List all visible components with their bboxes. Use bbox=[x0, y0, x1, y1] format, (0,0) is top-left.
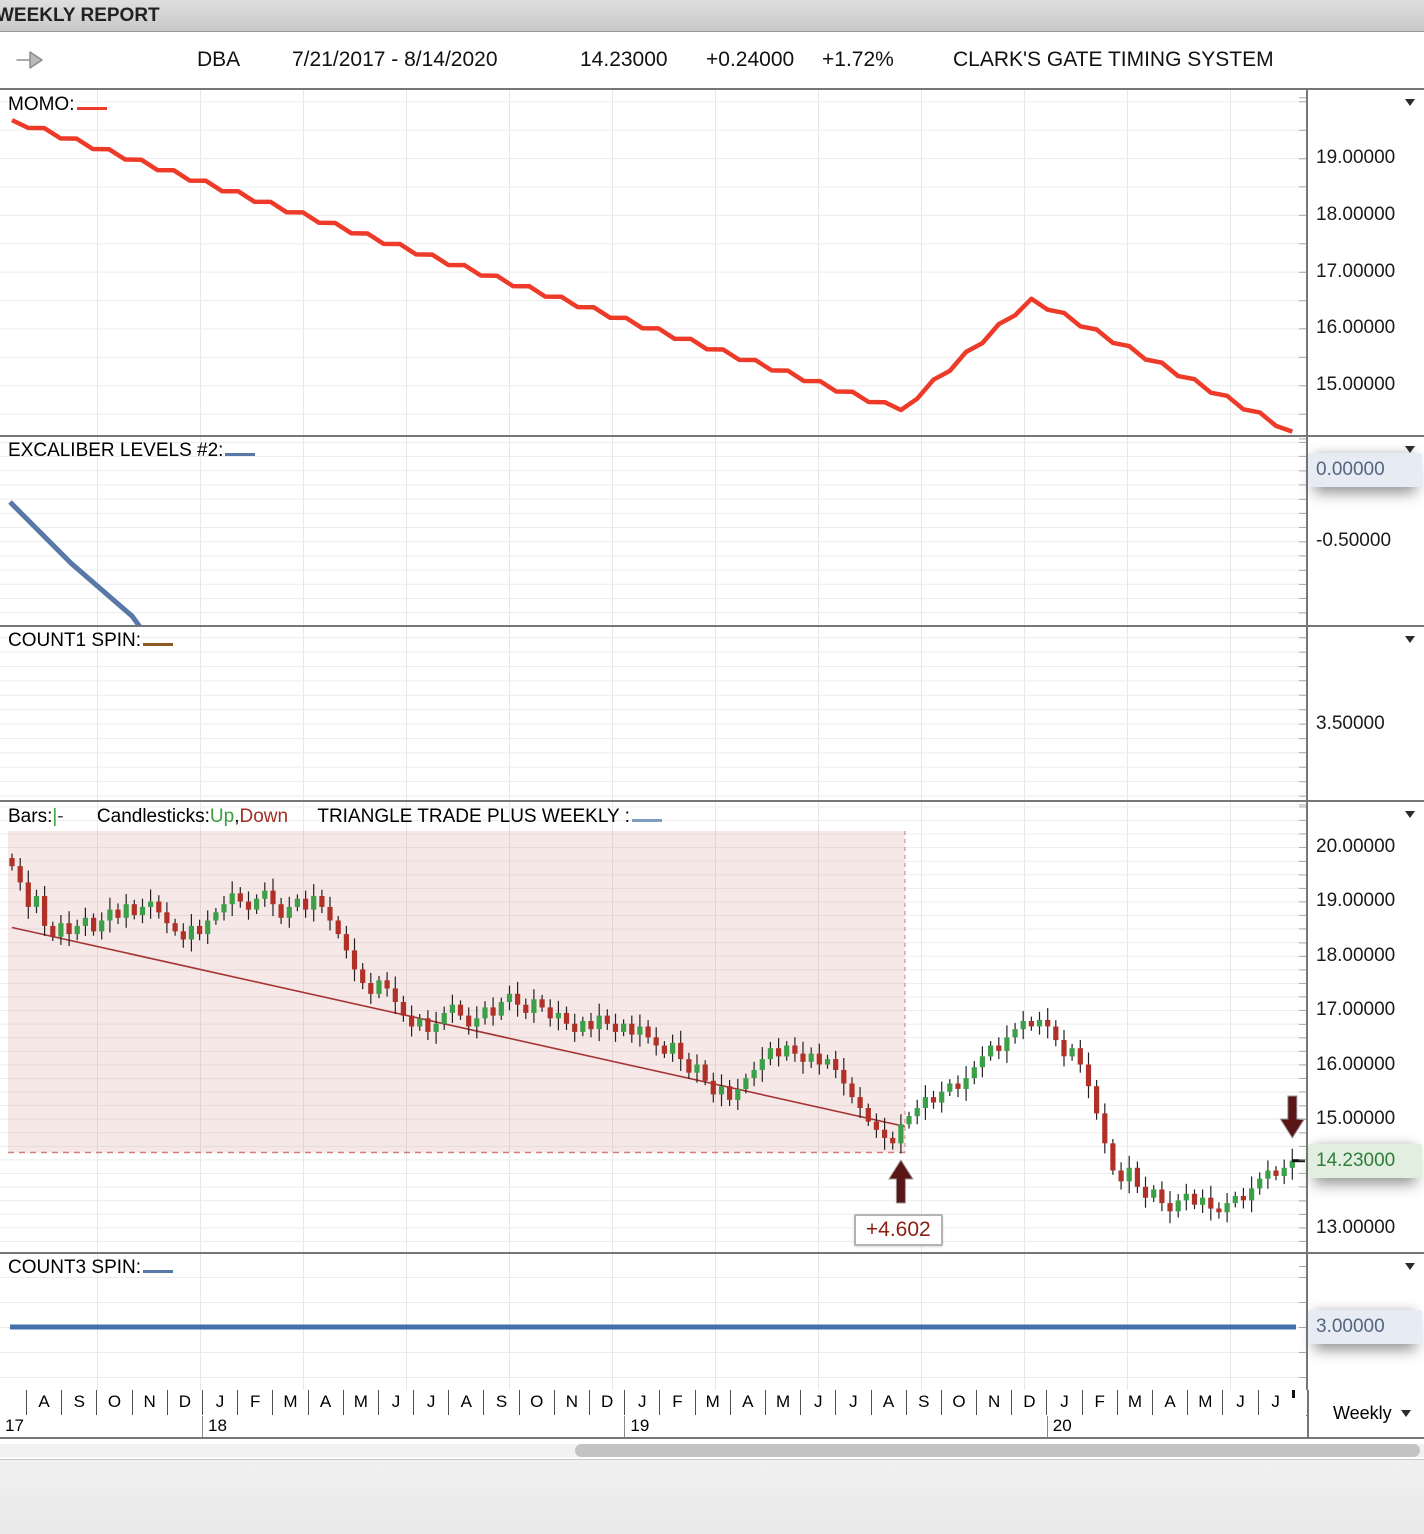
trade-gain-label: +4.602 bbox=[853, 1214, 943, 1246]
interval-dropdown-icon[interactable] bbox=[1401, 1410, 1411, 1417]
month-cell: N bbox=[976, 1390, 1011, 1415]
month-cell: D bbox=[1011, 1390, 1046, 1415]
count3-panel-dropdown-icon[interactable] bbox=[1405, 1263, 1415, 1270]
momo-panel-label: MOMO: bbox=[8, 94, 107, 116]
month-cell: D bbox=[589, 1390, 624, 1415]
month-cell: J bbox=[1046, 1390, 1081, 1415]
month-cell: N bbox=[131, 1390, 167, 1415]
month-cell: J bbox=[413, 1390, 448, 1415]
month-cell: F bbox=[659, 1390, 694, 1415]
month-cell: J bbox=[624, 1390, 659, 1415]
current-week-tick bbox=[1292, 1390, 1295, 1398]
excaliber-panel-label: EXCALIBER LEVELS #2: bbox=[8, 440, 256, 462]
price-panel-dropdown-icon[interactable] bbox=[1405, 811, 1415, 818]
count1-panel-label: COUNT1 SPIN: bbox=[8, 630, 174, 652]
excaliber-plot[interactable] bbox=[0, 437, 1307, 625]
price-axis-value: 18.00000 bbox=[1316, 944, 1396, 966]
panel-separator bbox=[0, 800, 1424, 802]
momo-plot[interactable] bbox=[0, 90, 1307, 435]
excaliber-axis-value-highlight: 0.00000 bbox=[1308, 453, 1422, 488]
count1-value-blank bbox=[143, 630, 174, 646]
price-axis-value: 17.00000 bbox=[1316, 999, 1396, 1021]
count3-axis-ticks bbox=[1299, 1254, 1306, 1390]
month-cell: O bbox=[518, 1390, 554, 1415]
excaliber-panel-dropdown-icon[interactable] bbox=[1405, 446, 1415, 453]
month-cell: J bbox=[201, 1390, 237, 1415]
price-axis-value: 15.00000 bbox=[1316, 1107, 1396, 1129]
month-cell: M bbox=[1116, 1390, 1152, 1415]
month-cell: N bbox=[553, 1390, 589, 1415]
month-cell: J bbox=[1257, 1390, 1293, 1415]
count3-panel-label: COUNT3 SPIN: bbox=[8, 1257, 174, 1279]
excaliber-axis-ticks bbox=[1299, 437, 1306, 625]
price-axis-value: 20.00000 bbox=[1316, 836, 1396, 858]
month-cell: M bbox=[272, 1390, 307, 1415]
month-cell: S bbox=[905, 1390, 941, 1415]
panel-separator bbox=[0, 625, 1424, 627]
count3-plot[interactable] bbox=[0, 1254, 1307, 1390]
momo-axis-ticks bbox=[1299, 90, 1306, 435]
count1-axis-ticks bbox=[1299, 627, 1306, 800]
price-axis-ticks bbox=[1299, 802, 1306, 1252]
price-axis-value: 13.00000 bbox=[1316, 1216, 1396, 1238]
momo-axis-value: 17.00000 bbox=[1316, 260, 1396, 282]
month-cell: M bbox=[694, 1390, 730, 1415]
year-cell: 18 bbox=[202, 1416, 624, 1437]
charts-region: MOMO: EXCALIBER LEVELS #2: COUNT1 SPIN: … bbox=[0, 0, 1424, 1459]
count1-panel-dropdown-icon[interactable] bbox=[1405, 636, 1415, 643]
year-cell: 19 bbox=[624, 1416, 1046, 1437]
month-cell: M bbox=[342, 1390, 378, 1415]
interval-selector[interactable]: Weekly bbox=[1307, 1390, 1424, 1437]
momo-value-blank bbox=[76, 94, 107, 110]
month-cell: J bbox=[800, 1390, 835, 1415]
count3-value-blank bbox=[143, 1257, 174, 1273]
month-cell: O bbox=[96, 1390, 131, 1415]
month-cell: A bbox=[26, 1390, 61, 1415]
month-cell: A bbox=[1152, 1390, 1187, 1415]
year-cell: 17 bbox=[5, 1416, 24, 1435]
bottom-toolbar bbox=[0, 1459, 1424, 1534]
count1-axis-value: 3.50000 bbox=[1316, 712, 1385, 734]
month-cell: J bbox=[835, 1390, 870, 1415]
price-axis-value: 19.00000 bbox=[1316, 890, 1396, 912]
month-axis: ASONDJFMAMJJASONDJFMAMJJASONDJFMAMJJ bbox=[0, 1390, 1307, 1415]
excaliber-axis-value: -0.50000 bbox=[1316, 530, 1392, 552]
excaliber-value-blank bbox=[225, 440, 256, 456]
month-cell: M bbox=[764, 1390, 800, 1415]
month-cell: A bbox=[448, 1390, 483, 1415]
price-axis-value-highlight: 14.23000 bbox=[1308, 1143, 1422, 1178]
month-cell: A bbox=[729, 1390, 765, 1415]
momo-panel-dropdown-icon[interactable] bbox=[1405, 99, 1415, 106]
horizontal-scrollbar-thumb[interactable] bbox=[575, 1444, 1420, 1457]
month-cell: F bbox=[1081, 1390, 1117, 1415]
month-cell: S bbox=[61, 1390, 96, 1415]
strategy-value-blank bbox=[631, 806, 662, 822]
year-axis: 17 18 19 20 bbox=[0, 1416, 1307, 1437]
month-cell: A bbox=[307, 1390, 343, 1415]
momo-axis-value: 18.00000 bbox=[1316, 203, 1396, 225]
month-cell: S bbox=[483, 1390, 518, 1415]
month-cell: D bbox=[166, 1390, 202, 1415]
price-panel-label: Bars:|- Candlesticks:Up,Down TRIANGLE TR… bbox=[8, 806, 662, 828]
app-window: WEEKLY REPORT DBA 7/21/2017 - 8/14/2020 … bbox=[0, 0, 1424, 1534]
momo-axis-value: 19.00000 bbox=[1316, 147, 1396, 169]
month-cell: J bbox=[1222, 1390, 1257, 1415]
month-cell: J bbox=[377, 1390, 413, 1415]
month-cell: O bbox=[940, 1390, 976, 1415]
price-plot[interactable] bbox=[0, 802, 1307, 1252]
count1-plot[interactable] bbox=[0, 627, 1307, 800]
year-cell: 20 bbox=[1046, 1416, 1307, 1437]
momo-axis-value: 15.00000 bbox=[1316, 374, 1396, 396]
momo-axis-value: 16.00000 bbox=[1316, 317, 1396, 339]
panel-separator bbox=[0, 1252, 1424, 1254]
count3-axis-value-highlight: 3.00000 bbox=[1308, 1310, 1422, 1344]
month-cell: F bbox=[237, 1390, 272, 1415]
price-axis-value: 16.00000 bbox=[1316, 1053, 1396, 1075]
price-axis-line bbox=[1306, 90, 1308, 1439]
month-cell: A bbox=[870, 1390, 906, 1415]
month-cell: M bbox=[1187, 1390, 1222, 1415]
month-lead-blank bbox=[0, 1390, 26, 1415]
panel-separator bbox=[0, 435, 1424, 437]
